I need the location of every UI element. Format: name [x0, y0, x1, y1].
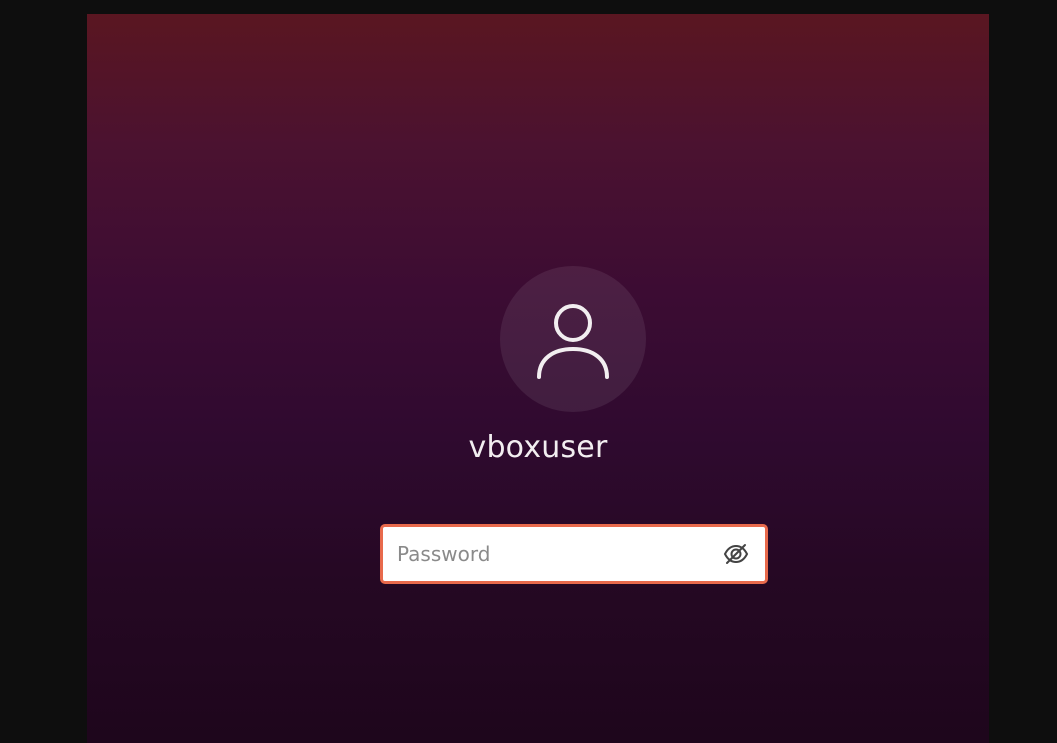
- password-field[interactable]: [380, 524, 768, 584]
- password-input[interactable]: [383, 527, 721, 581]
- user-avatar-icon: [537, 304, 609, 379]
- username-label: vboxuser: [468, 430, 608, 465]
- login-screen: vboxuser: [87, 14, 989, 743]
- eye-off-icon: [723, 544, 749, 564]
- user-avatar[interactable]: [500, 266, 646, 412]
- reveal-password-button[interactable]: [721, 539, 751, 569]
- vm-display-frame: vboxuser: [0, 0, 1057, 743]
